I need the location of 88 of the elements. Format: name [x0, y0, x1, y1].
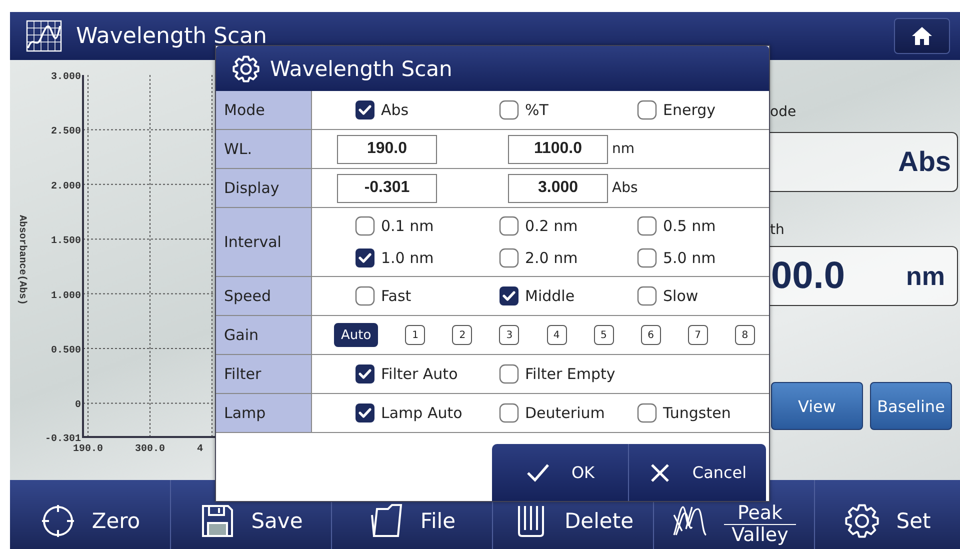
checkbox[interactable] — [637, 248, 657, 268]
checkbox[interactable] — [637, 100, 657, 120]
gain-option[interactable]: 4 — [546, 325, 567, 345]
checkbox[interactable] — [637, 286, 657, 306]
checkbox[interactable] — [499, 100, 519, 120]
checkbox-label: Lamp Auto — [381, 404, 462, 422]
row-label: Interval — [216, 208, 312, 276]
dialog-title: Wavelength Scan — [270, 56, 452, 80]
home-icon — [911, 26, 933, 46]
checkbox-label: Abs — [381, 101, 409, 119]
x-tick-label: 4 — [197, 444, 204, 455]
row-label: WL. — [216, 130, 312, 168]
checkbox[interactable] — [499, 403, 519, 423]
y-tick-label: 1.000 — [50, 290, 81, 302]
chart-icon — [26, 20, 62, 52]
y-tick-label: 2.500 — [50, 126, 81, 138]
checkbox-label: 0.1 nm — [381, 217, 434, 235]
checkbox[interactable] — [355, 286, 375, 306]
checkbox-label: Filter Auto — [381, 365, 458, 383]
input-field[interactable]: 1100.0 — [508, 134, 608, 164]
x-tick-label: 300.0 — [135, 444, 166, 455]
checkbox[interactable] — [499, 216, 519, 236]
axis-title: Absorbance(Abs) — [16, 215, 27, 305]
checkbox-label: 0.2 nm — [525, 217, 578, 235]
gain-option[interactable]: Auto — [334, 323, 378, 347]
y-tick-label: 1.500 — [50, 236, 81, 248]
gain-option[interactable]: 5 — [594, 325, 614, 345]
input-field[interactable]: -0.301 — [337, 174, 437, 202]
checkbox[interactable] — [355, 248, 375, 268]
gain-option[interactable]: 8 — [734, 325, 755, 345]
gain-option[interactable]: 2 — [452, 325, 472, 345]
home-button[interactable] — [894, 18, 950, 54]
row-label: Speed — [216, 277, 312, 315]
wavelength-value: 00.0 — [771, 254, 845, 298]
mode-value: Abs — [898, 146, 951, 178]
toolbar-button[interactable]: Set — [815, 480, 960, 549]
y-tick-label: 0 — [74, 400, 81, 412]
checkbox[interactable] — [499, 248, 519, 268]
checkbox-label: Energy — [663, 101, 716, 119]
field-label: th — [769, 222, 784, 240]
y-tick-label: 0.500 — [50, 346, 81, 356]
checkbox-label: 0.5 nm — [663, 217, 716, 235]
gain-option[interactable]: 3 — [499, 325, 520, 345]
checkbox-label: Tungsten — [663, 404, 731, 422]
checkbox[interactable] — [355, 100, 375, 120]
unit-label: nm — [906, 260, 945, 292]
checkbox[interactable] — [637, 403, 657, 423]
checkbox-label: %T — [525, 101, 548, 119]
input-field[interactable]: 3.000 — [508, 174, 608, 202]
checkbox-label: Slow — [663, 287, 698, 305]
checkbox[interactable] — [499, 286, 519, 306]
confirm-button[interactable]: OK — [492, 444, 629, 501]
toolbar-button[interactable]: Zero — [10, 480, 171, 549]
checkbox[interactable] — [637, 216, 657, 236]
checkbox[interactable] — [355, 216, 375, 236]
field-label: ode — [769, 104, 796, 122]
unit-label: nm — [612, 141, 635, 157]
folder-icon — [368, 502, 404, 538]
row-label: Gain — [216, 316, 312, 354]
gain-option[interactable]: 6 — [640, 325, 661, 345]
settings-icon — [844, 502, 880, 538]
unit-label: Abs — [612, 180, 638, 196]
row-label: Filter — [216, 355, 312, 393]
checkbox-label: Fast — [381, 287, 412, 305]
checkbox[interactable] — [499, 364, 519, 384]
crosshair-icon — [40, 502, 76, 538]
y-tick-label: 3.000 — [50, 72, 81, 83]
checkbox-label: Deuterium — [525, 404, 605, 422]
row-label: Mode — [216, 91, 312, 129]
checkbox[interactable] — [355, 403, 375, 423]
settings-icon — [232, 54, 260, 82]
checkbox-label: Filter Empty — [525, 365, 616, 383]
checkbox-label: 5.0 nm — [663, 249, 716, 267]
checkbox-label: 1.0 nm — [381, 249, 434, 267]
checkbox-label: 2.0 nm — [525, 249, 578, 267]
action-button[interactable]: Baseline — [870, 382, 952, 430]
gain-option[interactable]: 1 — [405, 325, 426, 345]
checkbox-label: Middle — [525, 287, 575, 305]
row-label: Display — [216, 169, 312, 207]
y-tick-label: -0.301 — [44, 434, 81, 445]
checkbox[interactable] — [355, 364, 375, 384]
window-title: Wavelength Scan — [76, 24, 267, 48]
x-tick-label: 190.0 — [73, 444, 104, 455]
action-button[interactable]: View — [771, 382, 863, 430]
y-tick-label: 2.000 — [50, 181, 81, 192]
input-field[interactable]: 190.0 — [337, 134, 437, 164]
row-label: Lamp — [216, 394, 312, 432]
gain-option[interactable]: 7 — [688, 325, 708, 345]
